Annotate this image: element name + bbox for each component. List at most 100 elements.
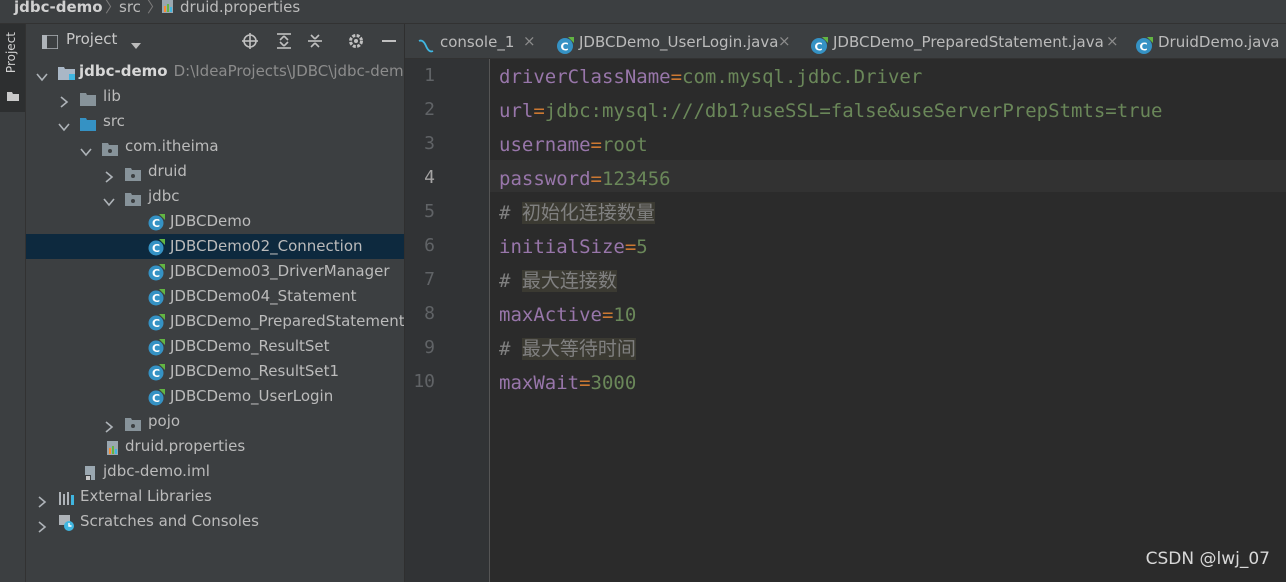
tree-row-file[interactable]: druid.properties	[26, 434, 404, 459]
close-icon[interactable]: ×	[778, 24, 791, 59]
chevron-down-icon[interactable]	[58, 116, 70, 132]
close-icon[interactable]: ×	[1106, 24, 1119, 59]
property-value: com.mysql.jdbc.Driver	[682, 66, 923, 88]
property-equals: =	[579, 372, 591, 394]
tool-window-strip: Project	[0, 24, 26, 582]
svg-text:C: C	[152, 317, 160, 330]
tree-label: JDBCDemo_ResultSet1	[170, 362, 340, 380]
tree-row-package[interactable]: com.itheima	[26, 134, 404, 159]
java-class-icon: C	[148, 264, 165, 281]
tree-row-class[interactable]: C JDBCDemo	[26, 209, 404, 234]
tree-row-class[interactable]: C JDBCDemo_ResultSet1	[26, 359, 404, 384]
tree-row-project-root[interactable]: jdbc-demo D:\IdeaProjects\JDBC\jdbc-demo	[26, 59, 405, 84]
tree-label: jdbc-demo.iml	[103, 462, 210, 480]
svg-text:C: C	[152, 292, 160, 305]
tree-label: druid.properties	[125, 437, 246, 455]
chevron-down-icon[interactable]	[103, 191, 115, 207]
project-tool-tab[interactable]: Project	[0, 24, 25, 112]
svg-text:C: C	[152, 392, 160, 405]
package-icon	[125, 164, 141, 181]
code-line[interactable]: maxWait=3000	[499, 367, 636, 399]
tab-console[interactable]: console_1 ×	[417, 24, 547, 59]
project-view-icon	[41, 34, 59, 50]
code-line-current[interactable]: password=123456	[499, 163, 671, 195]
tree-label: JDBCDemo_PreparedStatement	[170, 312, 405, 330]
tree-label: lib	[103, 87, 121, 105]
editor-area: console_1 × C JDBCDemo_UserLogin.java × …	[405, 24, 1286, 582]
chevron-right-icon[interactable]	[58, 91, 70, 108]
line-number: 8	[424, 303, 435, 324]
tree-row-class[interactable]: C JDBCDemo03_DriverManager	[26, 259, 404, 284]
tree-label: JDBCDemo04_Statement	[170, 287, 357, 305]
property-equals: =	[601, 304, 614, 326]
ide-window: jdbc-demo 〉 src 〉 druid.properties Proje…	[0, 0, 1286, 582]
iml-file-icon	[82, 464, 98, 480]
hide-panel-icon[interactable]	[380, 32, 398, 50]
tree-row-class[interactable]: C JDBCDemo_UserLogin	[26, 384, 404, 409]
scratches-icon	[58, 514, 74, 531]
comment-line[interactable]: # 最大等待时间	[499, 333, 636, 365]
watermark: CSDN @lwj_07	[1145, 549, 1270, 569]
code-line[interactable]: maxActive=10	[499, 299, 636, 331]
tree-label: JDBCDemo_ResultSet	[170, 337, 330, 355]
chevron-right-icon[interactable]	[36, 491, 48, 508]
code-line[interactable]: url=jdbc:mysql:///db1?useSSL=false&useSe…	[499, 95, 1163, 127]
close-icon[interactable]: ×	[523, 24, 536, 59]
tree-row-package[interactable]: druid	[26, 159, 404, 184]
chevron-down-icon[interactable]	[130, 36, 148, 54]
svg-text:C: C	[152, 367, 160, 380]
tree-row-scratches[interactable]: Scratches and Consoles	[26, 509, 404, 534]
property-equals: =	[624, 236, 637, 258]
expand-all-icon[interactable]	[275, 32, 293, 50]
chevron-down-icon[interactable]	[80, 141, 92, 157]
chevron-right-icon[interactable]	[36, 516, 48, 533]
breadcrumb-project[interactable]: jdbc-demo	[14, 0, 103, 20]
comment-line[interactable]: # 初始化连接数量	[499, 197, 655, 229]
tab-druiddemo[interactable]: C DruidDemo.java	[1135, 24, 1286, 59]
line-number: 1	[424, 65, 435, 86]
tab-preparedstatement[interactable]: C JDBCDemo_PreparedStatement.java ×	[810, 24, 1128, 59]
breadcrumb-file[interactable]: druid.properties	[180, 0, 300, 20]
package-icon	[125, 189, 141, 206]
chevron-down-icon[interactable]	[36, 66, 48, 82]
tree-label: druid	[148, 162, 187, 180]
source-folder-icon	[80, 114, 96, 131]
line-number: 9	[424, 337, 435, 358]
code-line[interactable]: driverClassName=com.mysql.jdbc.Driver	[499, 61, 922, 93]
properties-file-icon	[160, 0, 176, 14]
tree-row-package[interactable]: pojo	[26, 409, 404, 434]
gear-icon[interactable]	[347, 32, 365, 50]
project-root-label: jdbc-demo	[79, 62, 168, 80]
tree-row-package[interactable]: jdbc	[26, 184, 404, 209]
code-line[interactable]: initialSize=5	[499, 231, 648, 263]
locate-icon[interactable]	[241, 32, 259, 50]
chevron-right-icon[interactable]	[103, 166, 115, 183]
tree-row-lib[interactable]: lib	[26, 84, 404, 109]
editor-tab-bar: console_1 × C JDBCDemo_UserLogin.java × …	[405, 24, 1286, 59]
property-value: 3000	[590, 372, 637, 394]
project-view-title[interactable]: Project	[66, 30, 117, 48]
comment-line[interactable]: # 最大连接数	[499, 265, 617, 297]
tree-row-class[interactable]: C JDBCDemo_PreparedStatement	[26, 309, 405, 334]
tree-row-class-selected[interactable]: C JDBCDemo02_Connection	[26, 234, 404, 259]
module-icon	[58, 64, 75, 80]
tree-row-class[interactable]: C JDBCDemo_ResultSet	[26, 334, 404, 359]
breadcrumb-folder[interactable]: src	[119, 0, 141, 20]
libraries-icon	[58, 489, 74, 505]
property-value: jdbc:mysql:///db1?useSSL=false&useServer…	[544, 100, 1163, 122]
property-value: 123456	[601, 168, 671, 190]
navigation-bar: jdbc-demo 〉 src 〉 druid.properties	[0, 0, 1286, 24]
collapse-all-icon[interactable]	[306, 32, 324, 50]
tree-row-file[interactable]: jdbc-demo.iml	[26, 459, 404, 484]
tree-row-src[interactable]: src	[26, 109, 404, 134]
comment-text: 初始化连接数量	[521, 202, 655, 224]
tree-label: src	[103, 112, 125, 130]
project-path: D:\IdeaProjects\JDBC\jdbc-demo	[173, 62, 405, 80]
tree-row-class[interactable]: C JDBCDemo04_Statement	[26, 284, 404, 309]
java-class-icon: C	[148, 389, 165, 406]
code-line[interactable]: username=root	[499, 129, 648, 161]
chevron-right-icon[interactable]	[103, 416, 115, 433]
tab-userlogin[interactable]: C JDBCDemo_UserLogin.java ×	[556, 24, 796, 59]
comment-hash: #	[499, 338, 511, 360]
tree-row-libraries[interactable]: External Libraries	[26, 484, 404, 509]
